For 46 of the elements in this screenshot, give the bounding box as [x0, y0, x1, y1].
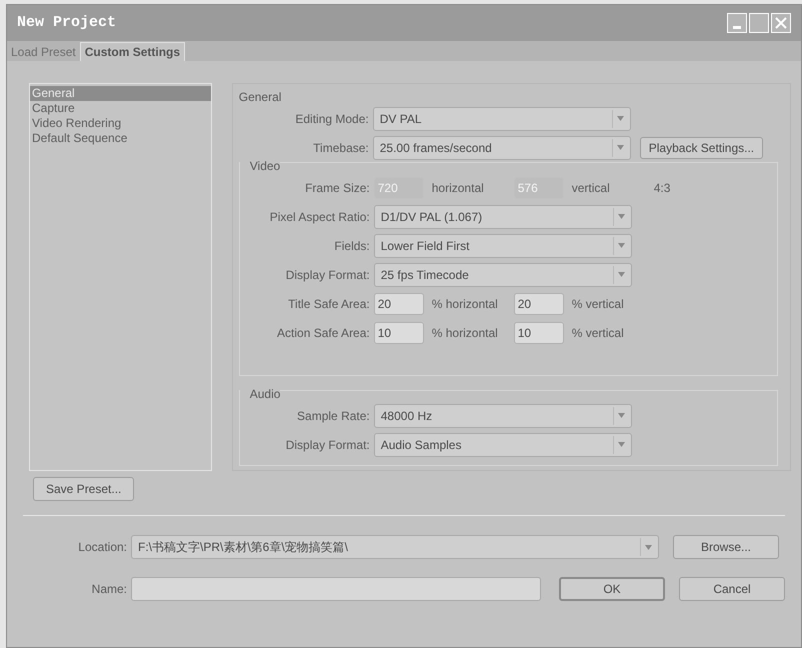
- aspect-ratio-text: 4:3: [654, 180, 670, 196]
- dropdown[interactable]: 25 fps Timecode: [374, 262, 632, 286]
- name-field[interactable]: [131, 577, 541, 601]
- close-icon[interactable]: [771, 13, 791, 33]
- category-item[interactable]: Capture: [30, 101, 211, 116]
- dropdown[interactable]: D1/DV PAL (1.067): [374, 204, 632, 228]
- maximize-icon[interactable]: [749, 13, 769, 33]
- tab[interactable]: Custom Settings: [80, 42, 186, 61]
- category-item[interactable]: Video Rendering: [30, 116, 211, 131]
- field-label: Display Format:: [284, 436, 371, 454]
- unit-label: % horizontal: [430, 324, 499, 342]
- unit-label: vertical: [570, 180, 611, 196]
- dropdown[interactable]: Lower Field First: [374, 234, 632, 258]
- field-label: Timebase:: [312, 140, 370, 156]
- minimize-icon[interactable]: [727, 13, 747, 33]
- field-label: Pixel Aspect Ratio:: [268, 208, 371, 226]
- section-title: General: [238, 89, 282, 104]
- name-label: Name:: [90, 581, 127, 598]
- dropdown[interactable]: Audio Samples: [374, 432, 632, 456]
- location-dropdown[interactable]: F:\书稿文字\PR\素材\第6章\宠物搞笑篇\: [131, 535, 659, 559]
- browse-button[interactable]: Browse...: [673, 535, 779, 559]
- field-label: Sample Rate:: [296, 408, 371, 424]
- window-title: New Project: [17, 12, 116, 33]
- cancel-button[interactable]: Cancel: [679, 577, 785, 601]
- field-label: Fields:: [333, 238, 371, 254]
- number-field[interactable]: 20: [374, 292, 424, 314]
- category-item[interactable]: Default Sequence: [30, 131, 211, 146]
- field-label: Editing Mode:: [294, 110, 370, 128]
- dropdown[interactable]: DV PAL: [372, 106, 631, 130]
- number-field[interactable]: 10: [374, 322, 424, 344]
- dropdown[interactable]: 25.00 frames/second: [372, 136, 631, 160]
- field-label: Title Safe Area:: [287, 296, 371, 312]
- field-label: Display Format:: [284, 266, 371, 284]
- location-label: Location:: [77, 539, 127, 556]
- field-label: Frame Size:: [304, 180, 371, 196]
- playback-settings-button[interactable]: Playback Settings...: [640, 136, 764, 158]
- field-label: Action Safe Area:: [276, 324, 371, 342]
- number-field[interactable]: 10: [514, 322, 564, 344]
- number-field[interactable]: 20: [514, 292, 564, 314]
- ok-button[interactable]: OK: [559, 577, 665, 601]
- unit-label: % horizontal: [430, 296, 499, 312]
- dropdown[interactable]: 48000 Hz: [374, 404, 632, 428]
- unit-label: % vertical: [570, 296, 625, 312]
- unit-label: % vertical: [570, 324, 625, 342]
- save-preset-button[interactable]: Save Preset...: [33, 477, 134, 501]
- unit-label: horizontal: [430, 180, 485, 196]
